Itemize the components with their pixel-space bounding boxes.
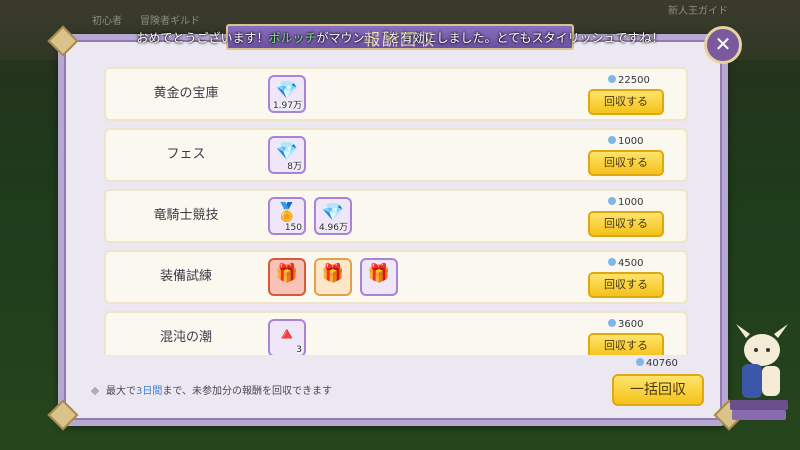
reward-cost: 3600 <box>608 319 643 330</box>
collect-button[interactable]: 回収する <box>588 211 664 237</box>
total-cost-value: 40760 <box>646 358 678 369</box>
collect-button[interactable]: 回収する <box>588 150 664 176</box>
reward-cost: 1000 <box>608 197 643 208</box>
footer-note: 最大で3日間まで、未参加分の報酬を回収できます <box>90 382 332 397</box>
reward-item[interactable]: 🏅 150 <box>268 197 306 235</box>
reward-row: 装備試練 🎁 🎁 🎁 4500 回収する <box>104 250 688 304</box>
reward-row: フェス 💎 8万 1000 回収する <box>104 128 688 182</box>
gem-icon <box>636 358 644 366</box>
reward-item-quantity: 1.97万 <box>272 101 302 111</box>
reward-items: 🔺 3 <box>268 319 306 355</box>
reward-cost: 1000 <box>608 136 643 147</box>
reward-row: 黄金の宝庫 💎 1.97万 22500 回収する <box>104 67 688 121</box>
reward-item[interactable]: 🔺 3 <box>268 319 306 355</box>
reward-cost-value: 4500 <box>618 258 644 269</box>
gem-icon <box>608 258 616 266</box>
toast-text: がマウント「を有効にしました。とてもスタイリッシュですね！ <box>316 31 664 45</box>
gem-icon <box>608 197 616 205</box>
reward-item[interactable]: 💎 8万 <box>268 136 306 174</box>
reward-item-quantity: 4.96万 <box>318 223 348 233</box>
reward-item[interactable]: 💎 1.97万 <box>268 75 306 113</box>
note-days: 3日間 <box>136 386 163 397</box>
note-text: 最大で <box>106 386 136 397</box>
reward-row: 竜騎士競技 🏅 150 💎 4.96万 1000 回収する <box>104 189 688 243</box>
reward-row-title: 竜騎士競技 <box>153 208 219 223</box>
reward-row-title: 混沌の潮 <box>159 330 212 345</box>
reward-cost: 4500 <box>608 258 643 269</box>
reward-items: 🏅 150 💎 4.96万 <box>268 197 352 237</box>
reward-items: 💎 1.97万 <box>268 75 306 115</box>
toast-highlight: ボルッチ <box>268 31 317 45</box>
reward-item[interactable]: 💎 4.96万 <box>314 197 352 235</box>
note-text: まで、未参加分の報酬を回収できます <box>162 386 332 397</box>
gem-icon <box>608 319 616 327</box>
reward-cost: 22500 <box>608 75 650 86</box>
toast-text: おめでとうございます！ <box>136 31 269 45</box>
red-triangle-icon: 🔺 <box>275 324 299 345</box>
reward-list[interactable]: 黄金の宝庫 💎 1.97万 22500 回収する フェス 💎 8万 1000 回収する 竜騎士競技 🏅… <box>104 67 688 355</box>
close-icon: ✕ <box>714 32 732 56</box>
reward-cost-value: 1000 <box>618 136 644 147</box>
reward-item-quantity: 8万 <box>287 162 302 172</box>
gift-box-icon: 🎁 <box>275 263 299 284</box>
reward-cost-value: 22500 <box>618 75 650 86</box>
collect-button[interactable]: 回収する <box>588 333 664 355</box>
medal-icon: 🏅 <box>275 202 299 223</box>
reward-item-quantity: 150 <box>284 223 302 233</box>
gem-icon <box>608 136 616 144</box>
reward-item[interactable]: 🎁 <box>268 258 306 296</box>
close-button[interactable]: ✕ <box>704 26 742 64</box>
reward-row-title: フェス <box>166 147 206 162</box>
reward-cost-value: 1000 <box>618 197 644 208</box>
reward-items: 🎁 🎁 🎁 <box>268 258 398 298</box>
reward-row: 混沌の潮 🔺 3 3600 回収する <box>104 311 688 355</box>
reward-row-title: 黄金の宝庫 <box>153 86 219 101</box>
diamond-bullet-icon <box>90 386 100 396</box>
collect-button[interactable]: 回収する <box>588 89 664 115</box>
reward-row-title: 装備試練 <box>159 269 212 284</box>
mascot-character <box>730 324 788 420</box>
total-cost: 40760 <box>636 358 678 369</box>
reward-cost-value: 3600 <box>618 319 644 330</box>
gem-icon <box>608 75 616 83</box>
reward-item[interactable]: 🎁 <box>314 258 352 296</box>
notification-toast: おめでとうございます！ボルッチがマウント「を有効にしました。とてもスタイリッシュ… <box>110 27 690 49</box>
collect-button[interactable]: 回収する <box>588 272 664 298</box>
gift-box-icon: 🎁 <box>321 263 345 284</box>
reward-item[interactable]: 🎁 <box>360 258 398 296</box>
collect-all-button[interactable]: 一括回収 <box>612 374 704 406</box>
reward-item-quantity: 3 <box>296 345 302 355</box>
gift-box-icon: 🎁 <box>367 263 391 284</box>
reward-items: 💎 8万 <box>268 136 306 176</box>
